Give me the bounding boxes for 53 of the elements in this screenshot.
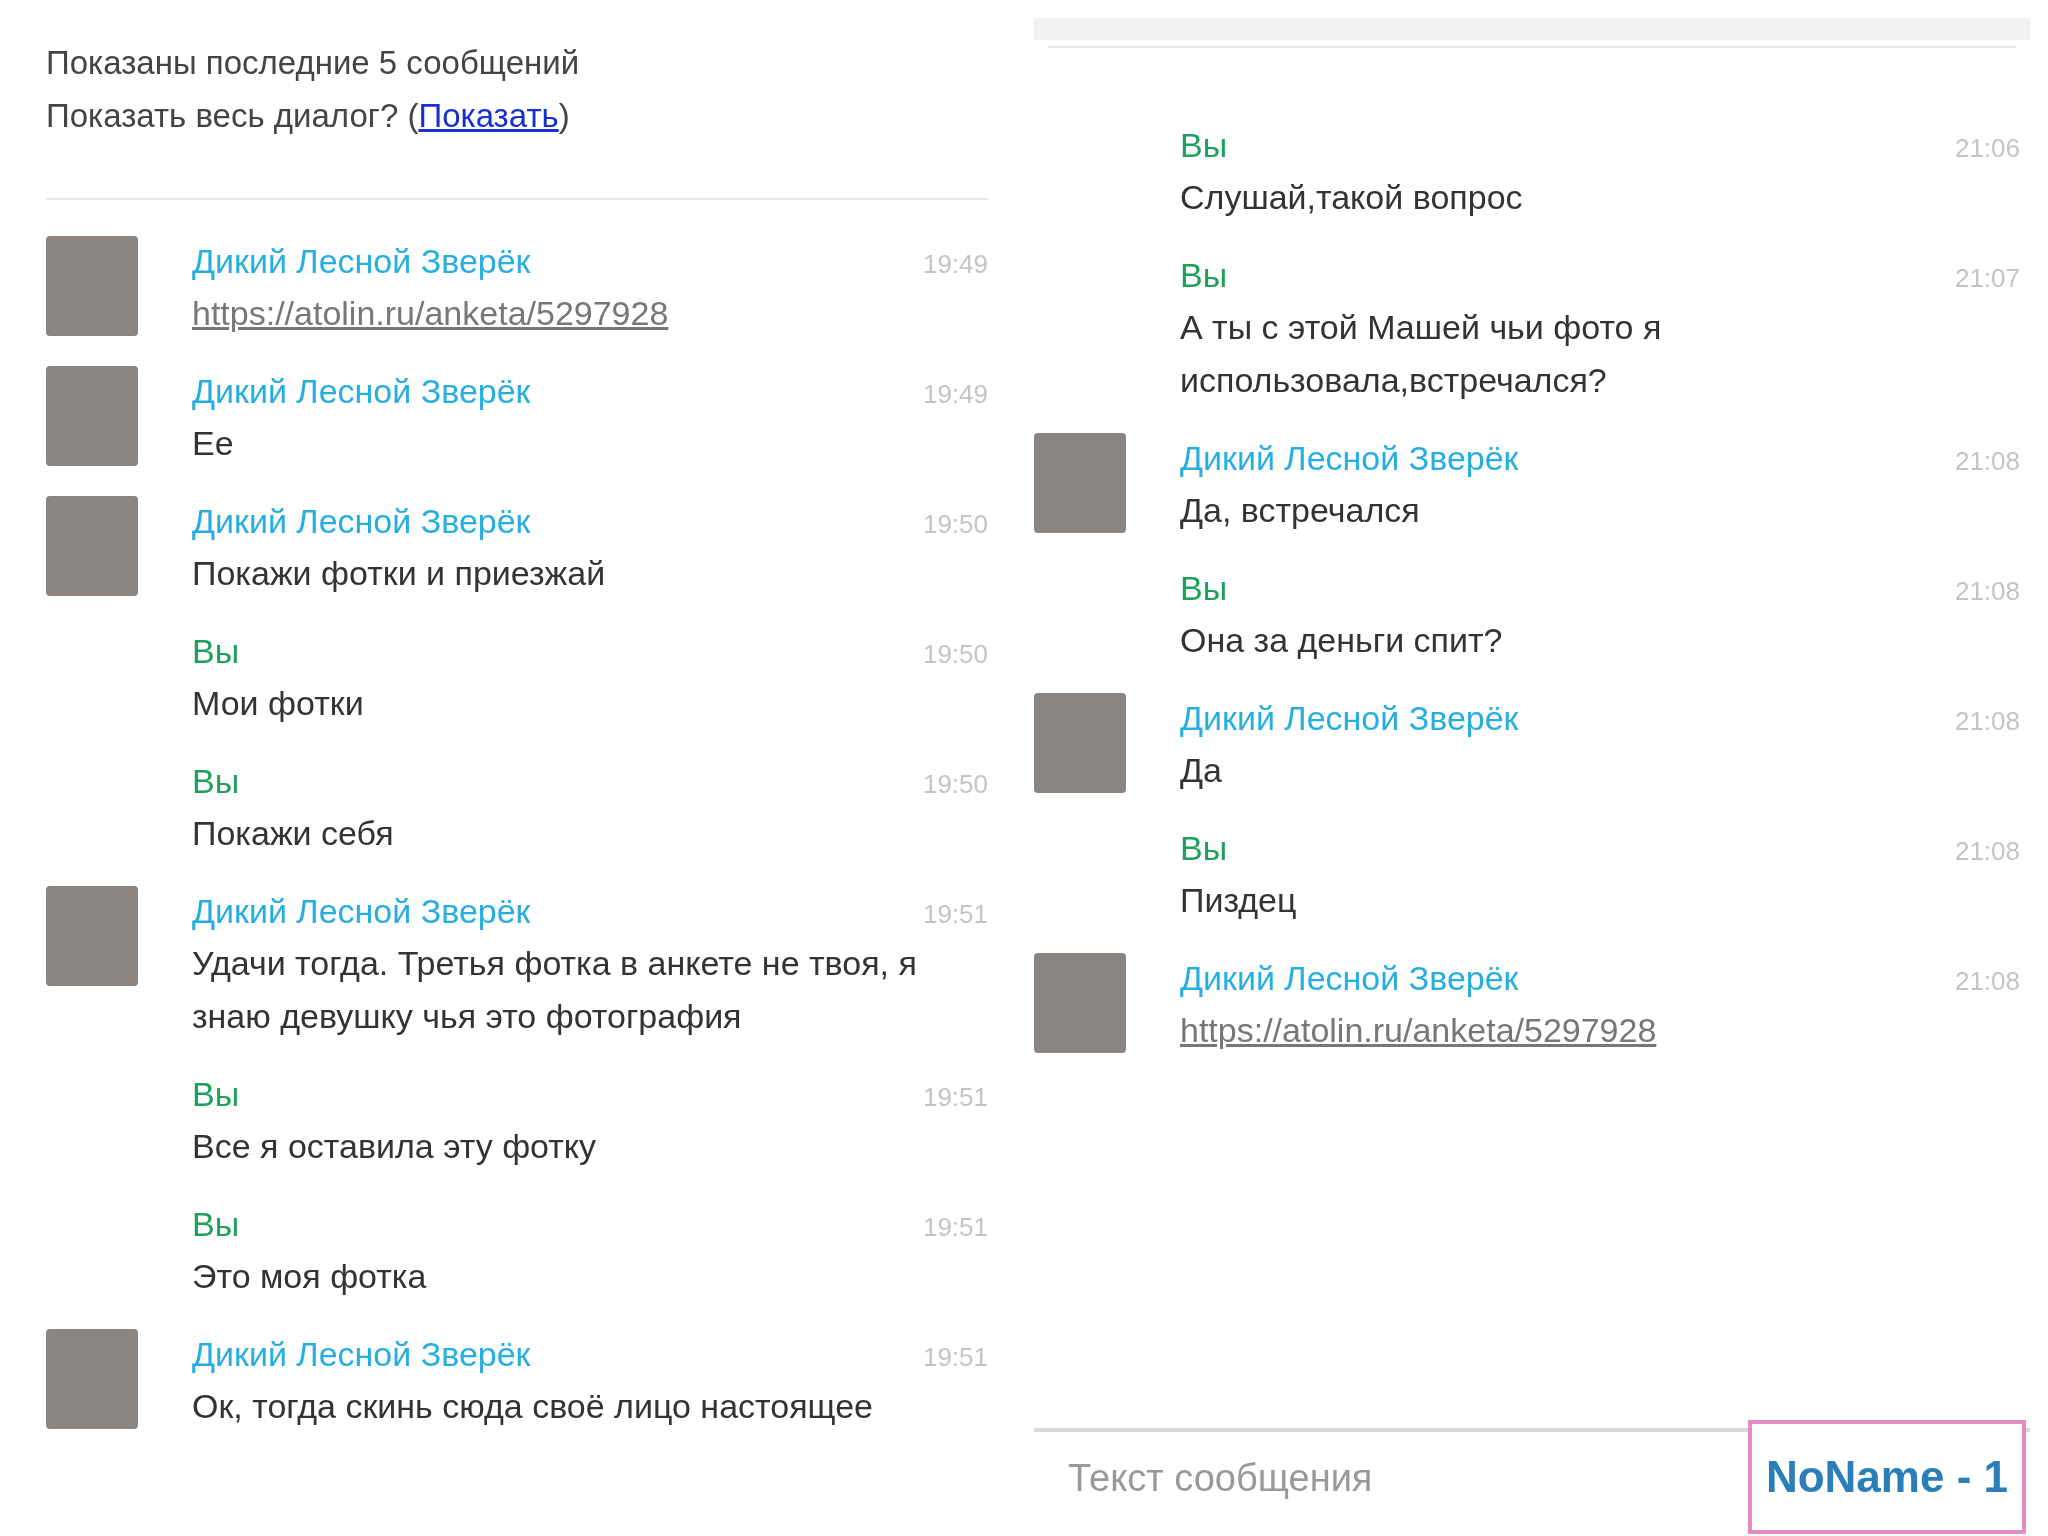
- sender-name: Дикий Лесной Зверёк: [192, 891, 531, 932]
- message-text: Покажи фотки и приезжай: [192, 553, 607, 594]
- message-text: А ты с этой Машей чьи фото я использовала,встречался?: [1180, 307, 1663, 401]
- message-time: 21:08: [1954, 965, 2020, 998]
- message-text: Покажи себя: [192, 813, 395, 854]
- message-text: Ее: [192, 423, 235, 464]
- sender-name: Дикий Лесной Зверёк: [1180, 438, 1519, 479]
- sender-name: Вы: [192, 1204, 240, 1245]
- message-time: 19:51: [922, 1341, 988, 1374]
- message-time: 19:49: [922, 378, 988, 411]
- sender-name: Дикий Лесной Зверёк: [192, 1334, 531, 1375]
- message-time: 21:08: [1954, 445, 2020, 478]
- message-text: Да: [1180, 750, 1223, 791]
- message-text: Мои фотки: [192, 683, 365, 724]
- sender-name: Вы: [1180, 125, 1228, 166]
- sender-name: Вы: [192, 761, 240, 802]
- prompt-text: ): [558, 97, 570, 134]
- message-text: Пиздец: [1180, 880, 1298, 921]
- message-time: 19:50: [922, 768, 988, 801]
- message-text: Все я оставила эту фотку: [192, 1126, 598, 1167]
- message-text: Да, встречался: [1180, 490, 1421, 531]
- message-time: 19:51: [922, 898, 988, 931]
- message-time: 19:51: [922, 1081, 988, 1114]
- sender-name: Дикий Лесной Зверёк: [192, 241, 531, 282]
- sender-name: Вы: [192, 1074, 240, 1115]
- sender-name: Вы: [1180, 828, 1228, 869]
- message-time: 19:49: [922, 248, 988, 281]
- sender-name: Вы: [192, 631, 240, 672]
- message-time: 19:51: [922, 1211, 988, 1244]
- message-text: Слушай,такой вопрос: [1180, 177, 1524, 218]
- prompt-text: Показать весь диалог? (: [46, 97, 419, 134]
- sender-name: Дикий Лесной Зверёк: [192, 501, 531, 542]
- message-time: 19:50: [922, 508, 988, 541]
- message-link[interactable]: https://atolin.ru/anketa/5297928: [192, 294, 669, 332]
- message-time: 21:06: [1954, 132, 2020, 165]
- notice-text: Показаны последние 5 сообщений: [46, 43, 581, 83]
- sender-name: Вы: [1180, 568, 1228, 609]
- message-text: Это моя фотка: [192, 1256, 428, 1297]
- sender-name: Вы: [1180, 255, 1228, 296]
- caption-label: NoName - 1: [1747, 1420, 2026, 1534]
- message-time: 21:08: [1954, 575, 2020, 608]
- message-time: 21:07: [1954, 262, 2020, 295]
- message-text: Удачи тогда. Третья фотка в анкете не твоя, я знаю девушку чья это фотография: [192, 943, 918, 1037]
- message-time: 21:08: [1954, 705, 2020, 738]
- message-time: 21:08: [1954, 835, 2020, 868]
- show-link[interactable]: Показать: [418, 97, 559, 134]
- message-time: 19:50: [922, 638, 988, 671]
- message-link[interactable]: https://atolin.ru/anketa/5297928: [1180, 1011, 1657, 1049]
- sender-name: Дикий Лесной Зверёк: [1180, 958, 1519, 999]
- message-text: Ок, тогда скинь сюда своё лицо настоящее: [192, 1386, 874, 1427]
- sender-name: Дикий Лесной Зверёк: [192, 371, 531, 412]
- message-text: Она за деньги спит?: [1180, 620, 1504, 661]
- sender-name: Дикий Лесной Зверёк: [1180, 698, 1519, 739]
